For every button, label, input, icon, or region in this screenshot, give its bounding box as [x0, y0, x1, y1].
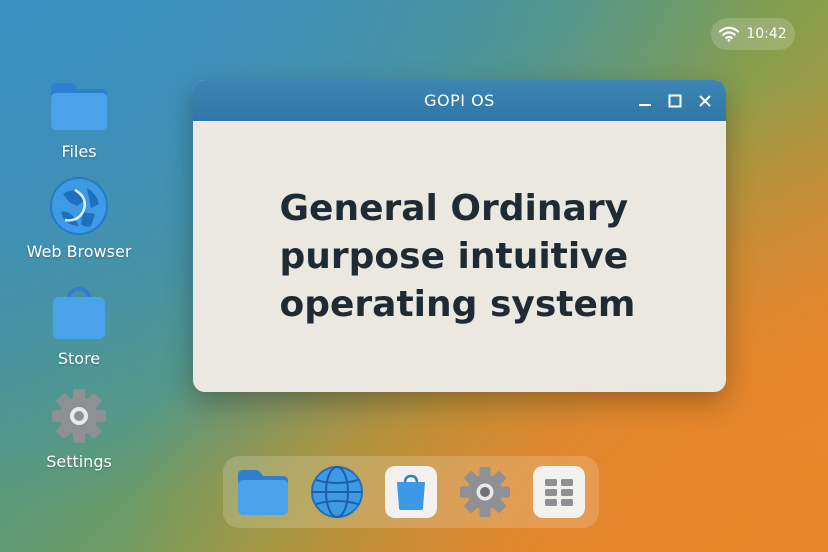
gear-icon	[49, 386, 109, 446]
shopping-bag-icon	[385, 466, 437, 518]
close-icon[interactable]	[694, 90, 716, 112]
dock-item-browser[interactable]	[310, 465, 364, 519]
wifi-icon[interactable]	[719, 26, 740, 42]
desktop-icon-label: Settings	[46, 452, 112, 471]
dock-item-settings[interactable]	[458, 465, 512, 519]
desktop-icon-store[interactable]: Store	[14, 283, 144, 368]
dock-item-files[interactable]	[236, 465, 290, 519]
globe-icon	[311, 466, 363, 518]
folder-icon	[238, 470, 288, 515]
app-window: GOPI OS General Ordinary purpose intuiti…	[193, 80, 726, 392]
gear-icon	[460, 467, 510, 517]
headline-line: General Ordinary	[279, 187, 629, 229]
window-titlebar[interactable]: GOPI OS	[193, 80, 726, 121]
desktop-icon-web-browser[interactable]: Web Browser	[14, 176, 144, 261]
window-title: GOPI OS	[424, 91, 495, 110]
headline-line: operating system	[279, 283, 636, 325]
folder-icon	[49, 76, 109, 136]
dock-item-store[interactable]	[384, 465, 438, 519]
desktop-icon-label: Store	[57, 349, 101, 368]
headline-line: purpose intuitive	[279, 235, 629, 277]
status-pill[interactable]: 10:42	[711, 18, 795, 50]
dock	[223, 456, 599, 528]
app-grid-icon	[533, 466, 585, 518]
minimize-icon[interactable]	[634, 90, 656, 112]
dock-item-apps[interactable]	[532, 465, 586, 519]
desktop-icon-files[interactable]: Files	[14, 76, 144, 161]
window-controls	[634, 80, 716, 121]
headline: General Ordinary purpose intuitive opera…	[280, 185, 660, 329]
maximize-icon[interactable]	[664, 90, 686, 112]
clock-time: 10:42	[746, 26, 787, 42]
window-body: General Ordinary purpose intuitive opera…	[193, 121, 726, 392]
shopping-bag-icon	[49, 283, 109, 343]
desktop-icon-label: Web Browser	[26, 242, 132, 261]
desktop-icon-settings[interactable]: Settings	[14, 386, 144, 471]
browser-icon	[49, 176, 109, 236]
desktop-icon-label: Files	[61, 142, 97, 161]
